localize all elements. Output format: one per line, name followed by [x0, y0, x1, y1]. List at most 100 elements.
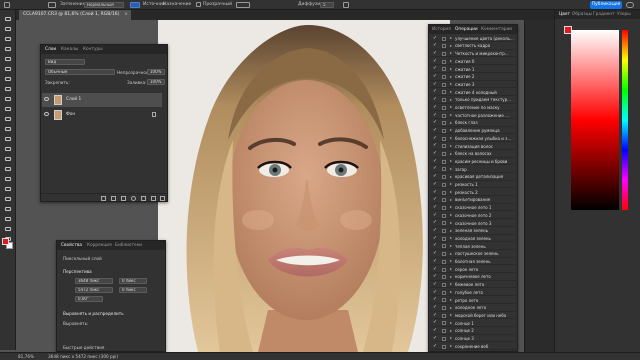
dialog-toggle-icon[interactable] — [442, 113, 446, 118]
action-item[interactable]: ✓ ретро лето — [430, 297, 518, 304]
check-icon[interactable]: ✓ — [433, 143, 437, 148]
action-item[interactable]: ✓ солнце 1 — [430, 320, 518, 327]
action-item[interactable]: ✓ зеленая зелень — [430, 228, 518, 235]
brush-preset-icon[interactable] — [48, 2, 56, 8]
check-icon[interactable]: ✓ — [433, 51, 437, 56]
layer-kind-filter[interactable]: Вид — [45, 59, 85, 65]
link-layers-icon[interactable] — [101, 196, 106, 201]
dialog-toggle-icon[interactable] — [442, 44, 446, 49]
action-item[interactable]: ✓ осветление по маску — [430, 104, 518, 112]
hue-slider[interactable] — [622, 30, 628, 210]
dialog-toggle-icon[interactable] — [442, 259, 446, 264]
crop-tool-icon[interactable] — [4, 66, 12, 72]
pen-tool-icon[interactable] — [4, 176, 12, 182]
action-item[interactable]: ✓ пастушеское зелень — [430, 251, 518, 258]
artboard-tool-icon[interactable] — [4, 26, 12, 32]
check-icon[interactable]: ✓ — [433, 174, 437, 179]
dialog-toggle-icon[interactable] — [442, 336, 446, 341]
rectangle-tool-icon[interactable] — [4, 206, 12, 212]
action-item[interactable]: ✓ блеск на волосах — [430, 151, 518, 158]
dialog-toggle-icon[interactable] — [442, 306, 446, 310]
expand-triangle-icon[interactable] — [450, 160, 452, 163]
dialog-toggle-icon[interactable] — [442, 229, 446, 233]
expand-triangle-icon[interactable] — [450, 306, 452, 309]
expand-triangle-icon[interactable] — [450, 206, 452, 209]
dialog-toggle-icon[interactable] — [442, 175, 446, 180]
dialog-toggle-icon[interactable] — [442, 67, 446, 72]
expand-triangle-icon[interactable] — [450, 321, 452, 324]
expand-triangle-icon[interactable] — [450, 252, 452, 255]
dialog-toggle-icon[interactable] — [442, 59, 446, 64]
dialog-toggle-icon[interactable] — [442, 267, 446, 272]
action-item[interactable]: ✓ сжатия 0 — [430, 58, 518, 66]
quick-actions-label[interactable]: Быстрые действия — [63, 345, 104, 350]
adjustment-layer-icon[interactable] — [131, 196, 136, 201]
check-icon[interactable]: ✓ — [433, 197, 437, 202]
dialog-toggle-icon[interactable] — [442, 244, 446, 249]
dialog-toggle-icon[interactable] — [442, 329, 446, 334]
action-item[interactable]: ✓ сказочное лето 2 — [430, 212, 518, 220]
dialog-toggle-icon[interactable] — [442, 313, 446, 318]
expand-triangle-icon[interactable] — [450, 237, 452, 240]
document-tab[interactable]: CCLA9107.CR3 @ 81,6% (Слой 1, RGB/16) × — [19, 10, 131, 20]
action-item[interactable]: ✓ блеск глаз — [430, 120, 518, 127]
dialog-toggle-icon[interactable] — [442, 236, 446, 241]
check-icon[interactable]: ✓ — [433, 328, 437, 333]
action-item[interactable]: ✓ стилизация волос — [430, 143, 518, 150]
dialog-toggle-icon[interactable] — [442, 182, 446, 187]
expand-triangle-icon[interactable] — [450, 260, 452, 263]
check-icon[interactable]: ✓ — [433, 59, 437, 64]
new-layer-icon[interactable] — [151, 196, 156, 201]
expand-triangle-icon[interactable] — [450, 75, 452, 78]
check-icon[interactable]: ✓ — [433, 228, 437, 233]
check-icon[interactable]: ✓ — [433, 320, 437, 325]
dialog-toggle-icon[interactable] — [442, 152, 446, 156]
expand-triangle-icon[interactable] — [450, 214, 452, 217]
check-icon[interactable]: ✓ — [433, 166, 437, 171]
expand-triangle-icon[interactable] — [450, 90, 452, 93]
document-canvas[interactable] — [158, 20, 450, 352]
dialog-toggle-icon[interactable] — [442, 98, 446, 103]
expand-triangle-icon[interactable] — [450, 114, 452, 116]
action-item[interactable]: ✓ светлость кадра — [430, 43, 518, 50]
action-item[interactable]: ✓ солнце 2 — [430, 328, 518, 335]
diffusion-field[interactable]: 5 — [320, 1, 334, 8]
expand-triangle-icon[interactable] — [450, 337, 452, 340]
eraser-tool-icon[interactable] — [4, 136, 12, 142]
expand-triangle-icon[interactable] — [450, 345, 452, 347]
expand-triangle-icon[interactable] — [450, 52, 452, 55]
color-spectrum[interactable] — [571, 30, 619, 210]
expand-triangle-icon[interactable] — [450, 198, 452, 201]
action-item[interactable]: ✓ красим ресницы и брови — [430, 158, 518, 166]
dialog-toggle-icon[interactable] — [442, 190, 446, 195]
action-item[interactable]: ✓ частотное разложение ... — [430, 112, 518, 120]
expand-triangle-icon[interactable] — [450, 167, 452, 170]
check-icon[interactable]: ✓ — [433, 236, 437, 241]
expand-triangle-icon[interactable] — [450, 98, 452, 101]
expand-triangle-icon[interactable] — [450, 83, 452, 86]
layer-row[interactable]: Фон — [42, 108, 162, 122]
healing-brush-tool-icon[interactable] — [4, 96, 12, 102]
expand-triangle-icon[interactable] — [450, 244, 452, 247]
transform-label[interactable]: Перспектива — [63, 269, 92, 274]
foreground-color-swatch[interactable] — [2, 238, 9, 245]
action-item[interactable]: ✓ сжатие 3 — [430, 81, 518, 89]
expand-triangle-icon[interactable] — [450, 67, 452, 70]
dialog-toggle-icon[interactable] — [442, 144, 446, 149]
action-item[interactable]: ✓ сжатие 1 — [430, 66, 518, 73]
expand-triangle-icon[interactable] — [450, 137, 452, 140]
expand-triangle-icon[interactable] — [450, 121, 452, 124]
dialog-toggle-icon[interactable] — [442, 221, 446, 226]
action-item[interactable]: ✓ резкость 1 — [430, 181, 518, 189]
tab-gradients[interactable]: Градиент — [593, 12, 615, 17]
action-item[interactable]: ✓ Четкость и микроконтр... — [430, 50, 518, 58]
dialog-toggle-icon[interactable] — [442, 75, 446, 79]
zoom-level[interactable]: 81,76% — [18, 354, 34, 359]
action-item[interactable]: ✓ солнце 3 — [430, 335, 518, 343]
expand-triangle-icon[interactable] — [450, 329, 452, 332]
dialog-toggle-icon[interactable] — [442, 121, 446, 126]
tab-properties[interactable]: Свойства — [61, 243, 82, 248]
action-item[interactable]: ✓ улучшение цвета (деколь... — [430, 35, 518, 43]
check-icon[interactable]: ✓ — [433, 36, 437, 41]
dialog-toggle-icon[interactable] — [442, 344, 446, 349]
